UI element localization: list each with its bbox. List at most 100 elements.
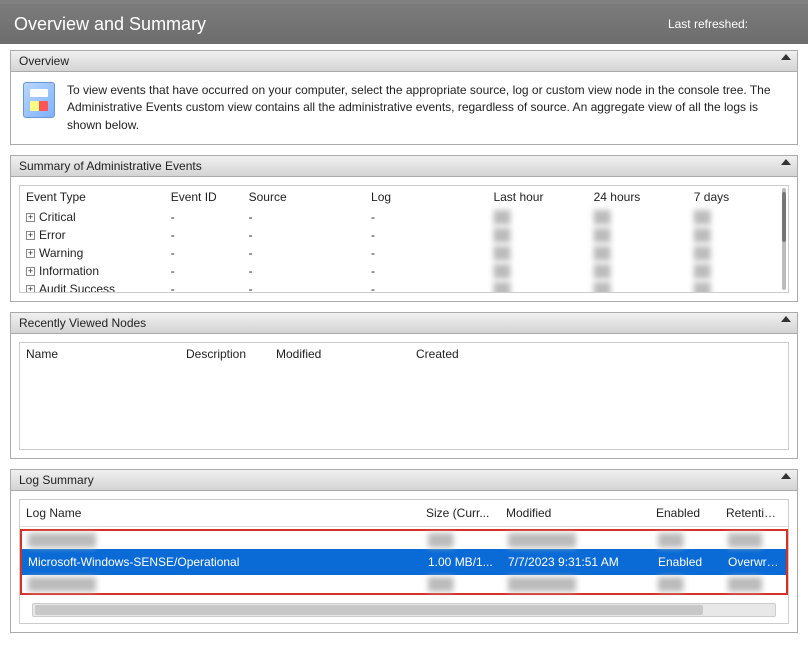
summary-row[interactable]: +Audit Success---██████ (20, 280, 788, 293)
col-size[interactable]: Size (Curr... (420, 500, 500, 527)
cell-7d: ██ (688, 226, 788, 244)
cell-event-id: - (165, 262, 243, 280)
log-summary-section: Log Summary Log Name Size (Curr... Modif (10, 469, 798, 633)
cell-type: Audit Success (39, 282, 115, 293)
expand-icon[interactable]: + (26, 249, 35, 258)
cell-event-id: - (165, 208, 243, 226)
expand-icon[interactable]: + (26, 285, 35, 294)
recently-section: Recently Viewed Nodes Name Description M (10, 312, 798, 459)
col-event-type[interactable]: Event Type (20, 186, 165, 208)
summary-row[interactable]: +Critical---██████ (20, 208, 788, 226)
log-summary-header[interactable]: Log Summary (10, 469, 798, 491)
col-7-days[interactable]: 7 days (688, 186, 788, 208)
cell-last-hour: ██ (487, 226, 587, 244)
summary-row[interactable]: +Information---██████ (20, 262, 788, 280)
cell-24h: ██ (588, 280, 688, 293)
log-summary-grid[interactable]: Log Name Size (Curr... Modified Enabled … (19, 499, 789, 624)
col-description[interactable]: Description (180, 343, 270, 365)
vertical-scrollbar[interactable] (782, 188, 786, 290)
col-modified[interactable]: Modified (270, 343, 410, 365)
col-enabled[interactable]: Enabled (650, 500, 720, 527)
col-source[interactable]: Source (243, 186, 365, 208)
cell-enabled: Enabled (652, 549, 722, 575)
cell-type: Critical (39, 210, 76, 224)
cell-24h: ██ (588, 226, 688, 244)
overview-header-label: Overview (19, 54, 69, 68)
col-name[interactable]: Name (20, 343, 180, 365)
cell-last-hour: ██ (487, 280, 587, 293)
cell-log-name: Microsoft-Windows-SENSE/Operational (22, 549, 422, 575)
overview-header[interactable]: Overview (10, 50, 798, 72)
summary-header-label: Summary of Administrative Events (19, 159, 202, 173)
cell-source: - (243, 244, 365, 262)
titlebar: Overview and Summary Last refreshed: (0, 4, 808, 44)
cell-size: 1.00 MB/1... (422, 549, 502, 575)
cell-24h: ██ (588, 208, 688, 226)
log-summary-panel: Log Name Size (Curr... Modified Enabled … (10, 491, 798, 633)
recently-panel: Name Description Modified Created (10, 334, 798, 459)
table-row[interactable]: ██████████████████████████ (22, 575, 786, 593)
table-row[interactable]: ██████████████████████████ (22, 531, 786, 549)
cell-type: Information (39, 264, 99, 278)
cell-7d: ██ (688, 244, 788, 262)
cell-source: - (243, 280, 365, 293)
expand-icon[interactable]: + (26, 213, 35, 222)
cell-log: - (365, 226, 487, 244)
col-log-name[interactable]: Log Name (20, 500, 420, 527)
horizontal-scrollbar[interactable] (32, 603, 776, 617)
overview-panel: To view events that have occurred on you… (10, 72, 798, 145)
cell-type: Warning (39, 246, 83, 260)
log-summary-header-label: Log Summary (19, 473, 94, 487)
cell-retention: Overwrite e (722, 549, 786, 575)
col-retention[interactable]: Retention P (720, 500, 788, 527)
cell-log: - (365, 208, 487, 226)
cell-type: Error (39, 228, 66, 242)
col-last-hour[interactable]: Last hour (487, 186, 587, 208)
cell-event-id: - (165, 226, 243, 244)
highlighted-log-row: ██████████████████████████ Microsoft-Win… (20, 529, 788, 595)
cell-log: - (365, 244, 487, 262)
overview-section: Overview To view events that have occurr… (10, 50, 798, 145)
overview-icon (23, 82, 55, 118)
summary-grid[interactable]: Event Type Event ID Source Log Last hour… (19, 185, 789, 293)
cell-source: - (243, 262, 365, 280)
expand-icon[interactable]: + (26, 231, 35, 240)
col-modified[interactable]: Modified (500, 500, 650, 527)
cell-7d: ██ (688, 262, 788, 280)
summary-panel: Event Type Event ID Source Log Last hour… (10, 177, 798, 302)
last-refreshed-label: Last refreshed: (668, 4, 748, 44)
cell-last-hour: ██ (487, 208, 587, 226)
cell-log: - (365, 280, 487, 293)
summary-row[interactable]: +Error---██████ (20, 226, 788, 244)
cell-event-id: - (165, 280, 243, 293)
cell-last-hour: ██ (487, 262, 587, 280)
cell-event-id: - (165, 244, 243, 262)
collapse-icon[interactable] (781, 159, 791, 165)
cell-source: - (243, 226, 365, 244)
expand-icon[interactable]: + (26, 267, 35, 276)
cell-log: - (365, 262, 487, 280)
cell-7d: ██ (688, 280, 788, 293)
recently-grid[interactable]: Name Description Modified Created (19, 342, 789, 450)
overview-text: To view events that have occurred on you… (67, 82, 785, 134)
cell-last-hour: ██ (487, 244, 587, 262)
col-event-id[interactable]: Event ID (165, 186, 243, 208)
summary-section: Summary of Administrative Events Event T… (10, 155, 798, 302)
cell-modified: 7/7/2023 9:31:51 AM (502, 549, 652, 575)
recently-header-label: Recently Viewed Nodes (19, 316, 146, 330)
col-log[interactable]: Log (365, 186, 487, 208)
summary-row[interactable]: +Warning---██████ (20, 244, 788, 262)
recently-header[interactable]: Recently Viewed Nodes (10, 312, 798, 334)
col-24-hours[interactable]: 24 hours (588, 186, 688, 208)
collapse-icon[interactable] (781, 54, 791, 60)
content-area: Overview To view events that have occurr… (0, 44, 808, 651)
cell-source: - (243, 208, 365, 226)
cell-24h: ██ (588, 262, 688, 280)
selected-log-row[interactable]: Microsoft-Windows-SENSE/Operational 1.00… (22, 549, 786, 575)
collapse-icon[interactable] (781, 316, 791, 322)
app-root: Overview and Summary Last refreshed: Ove… (0, 0, 808, 651)
summary-header[interactable]: Summary of Administrative Events (10, 155, 798, 177)
collapse-icon[interactable] (781, 473, 791, 479)
col-created[interactable]: Created (410, 343, 788, 365)
cell-24h: ██ (588, 244, 688, 262)
